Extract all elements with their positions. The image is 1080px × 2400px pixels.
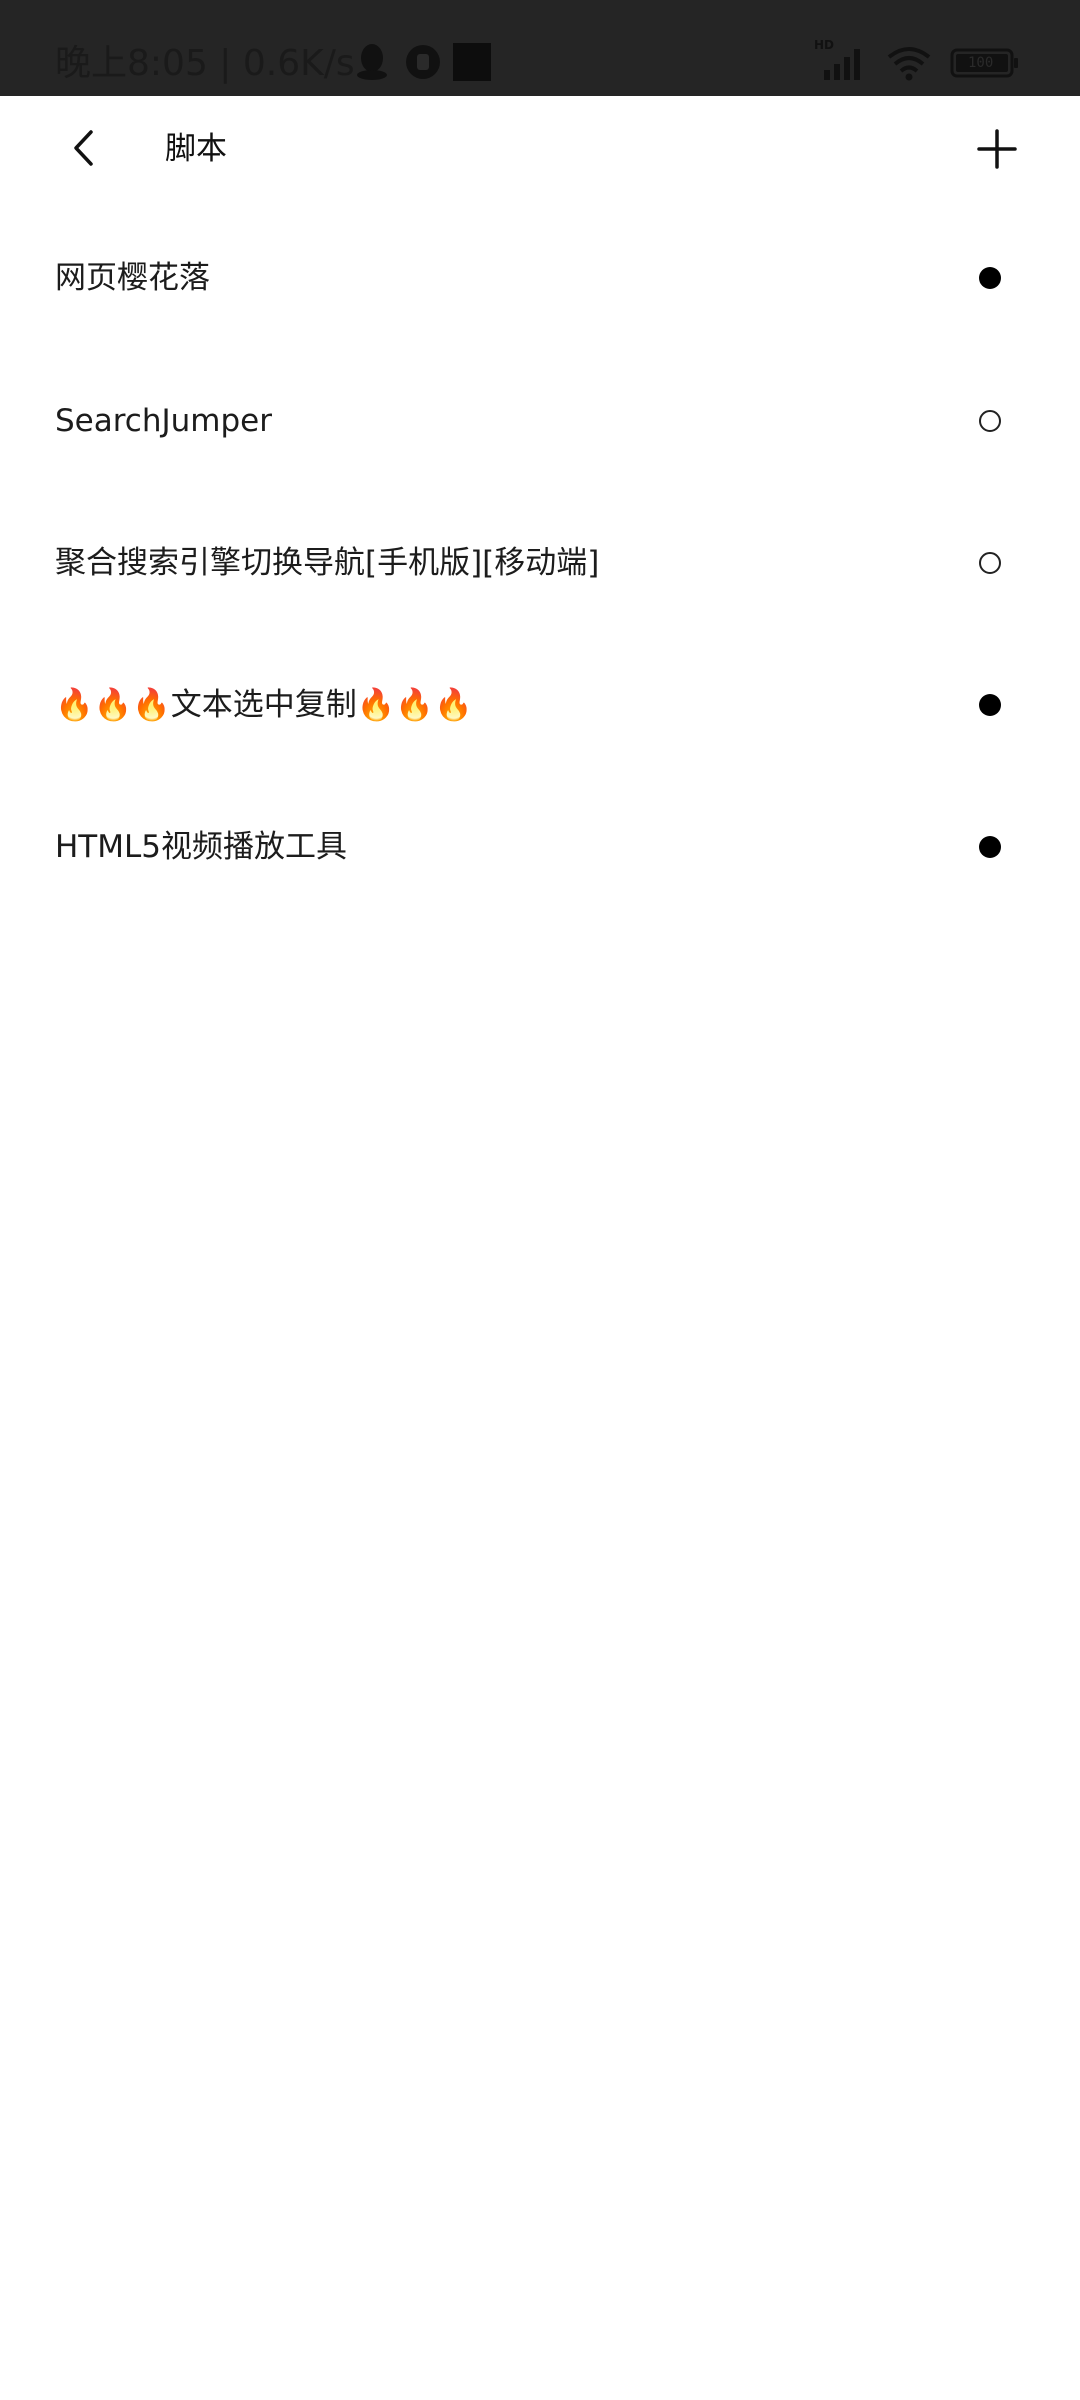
script-toggle[interactable] [979,410,1001,432]
app-notification-icon [405,42,441,82]
script-list: 网页樱花落 SearchJumper 聚合搜索引擎切换导航[手机版][移动端] … [0,206,1080,918]
script-name: SearchJumper [55,403,272,439]
script-item[interactable]: SearchJumper [0,350,1080,492]
add-script-button[interactable] [972,124,1022,174]
qq-icon [355,42,389,82]
status-time-speed: 晚上8:05 | 0.6K/s [55,43,355,84]
plus-icon [977,129,1017,169]
app-header: 脚本 [0,96,1080,206]
script-name: 🔥🔥🔥文本选中复制🔥🔥🔥 [55,687,473,723]
script-item[interactable]: 聚合搜索引擎切换导航[手机版][移动端] [0,492,1080,634]
script-toggle[interactable] [979,836,1001,858]
script-item[interactable]: 网页樱花落 [0,206,1080,350]
script-toggle[interactable] [979,552,1001,574]
script-item[interactable]: 🔥🔥🔥文本选中复制🔥🔥🔥 [0,634,1080,776]
script-item[interactable]: HTML5视频播放工具 [0,776,1080,918]
page-title: 脚本 [165,131,227,167]
script-toggle[interactable] [979,267,1001,289]
hd-label: HD [814,38,835,52]
square-notification-icon [453,42,491,82]
status-bar: 晚上8:05 | 0.6K/s HD 100 [0,0,1080,96]
script-name: 网页樱花落 [55,260,210,296]
script-name: HTML5视频播放工具 [55,829,347,865]
chevron-left-icon [74,130,93,166]
script-toggle[interactable] [979,694,1001,716]
wifi-icon [886,44,932,82]
signal-icon: HD [814,38,868,82]
script-name: 聚合搜索引擎切换导航[手机版][移动端] [55,545,600,581]
battery-icon: 100 [950,47,1020,79]
back-button[interactable] [58,122,110,174]
battery-level: 100 [968,55,994,71]
